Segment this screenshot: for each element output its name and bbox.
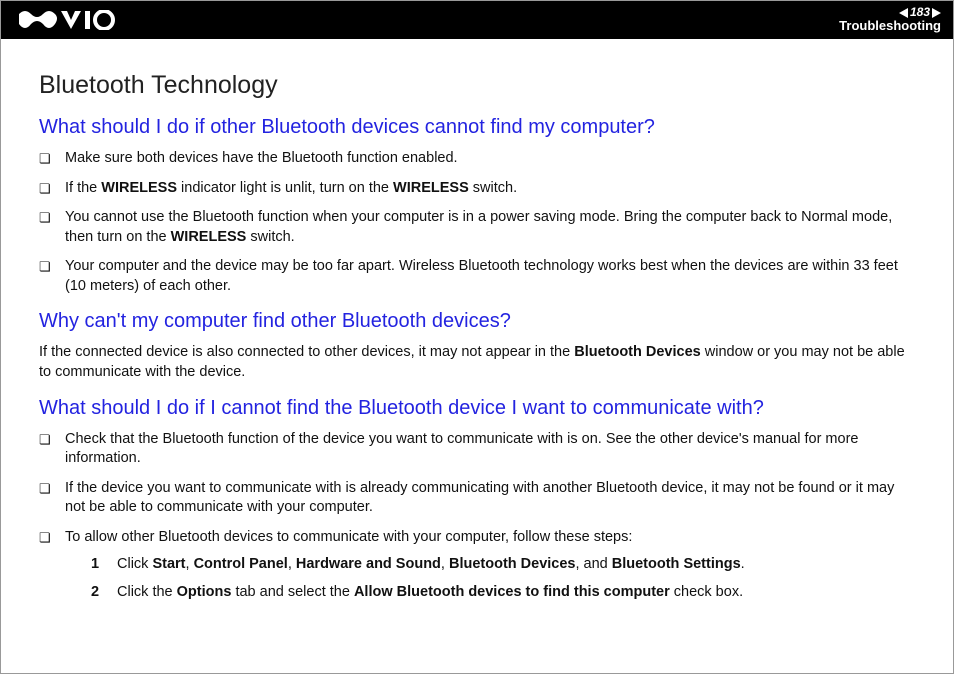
list-item: Make sure both devices have the Bluetoot…: [39, 149, 915, 169]
text: To allow other Bluetooth devices to comm…: [65, 529, 632, 545]
bold-text: WIRELESS: [393, 180, 469, 196]
list-item: If the device you want to communicate wi…: [39, 479, 915, 518]
bold-text: Options: [177, 584, 232, 600]
q3-list: Check that the Bluetooth function of the…: [39, 430, 915, 603]
q2-heading: Why can't my computer find other Bluetoo…: [39, 310, 915, 333]
bold-text: WIRELESS: [171, 229, 247, 245]
bold-text: Hardware and Sound: [296, 556, 441, 572]
q3-heading: What should I do if I cannot find the Bl…: [39, 397, 915, 420]
bold-text: Allow Bluetooth devices to find this com…: [354, 584, 670, 600]
text: indicator light is unlit, turn on the: [177, 180, 393, 196]
step-item: Click Start, Control Panel, Hardware and…: [91, 555, 915, 575]
text: ,: [441, 556, 449, 572]
text: .: [741, 556, 745, 572]
text: Make sure both devices have the Bluetoot…: [65, 150, 458, 166]
section-label: Troubleshooting: [839, 19, 941, 33]
list-item: If the WIRELESS indicator light is unlit…: [39, 179, 915, 199]
bold-text: Start: [152, 556, 185, 572]
q1-heading: What should I do if other Bluetooth devi…: [39, 116, 915, 139]
bold-text: WIRELESS: [101, 180, 177, 196]
text: ,: [288, 556, 296, 572]
text: ,: [186, 556, 194, 572]
step-item: Click the Options tab and select the All…: [91, 583, 915, 603]
text: Click: [117, 556, 152, 572]
bold-text: Bluetooth Settings: [612, 556, 741, 572]
text: tab and select the: [231, 584, 354, 600]
text: If the: [65, 180, 101, 196]
text: switch.: [469, 180, 517, 196]
page-header: 183 Troubleshooting: [1, 1, 953, 39]
text: , and: [575, 556, 611, 572]
text: Your computer and the device may be too …: [65, 258, 898, 294]
bold-text: Bluetooth Devices: [449, 556, 576, 572]
q1-list: Make sure both devices have the Bluetoot…: [39, 149, 915, 296]
text: check box.: [670, 584, 743, 600]
page-title: Bluetooth Technology: [39, 71, 915, 100]
list-item: Your computer and the device may be too …: [39, 257, 915, 296]
list-item: To allow other Bluetooth devices to comm…: [39, 528, 915, 603]
q2-body: If the connected device is also connecte…: [39, 343, 915, 382]
list-item: Check that the Bluetooth function of the…: [39, 430, 915, 469]
prev-page-arrow-icon[interactable]: [899, 8, 908, 18]
page-content: Bluetooth Technology What should I do if…: [1, 39, 953, 632]
text: If the connected device is also connecte…: [39, 344, 574, 360]
bold-text: Bluetooth Devices: [574, 344, 701, 360]
bold-text: Control Panel: [194, 556, 288, 572]
vaio-logo: [19, 1, 115, 39]
text: switch.: [246, 229, 294, 245]
text: Click the: [117, 584, 177, 600]
next-page-arrow-icon[interactable]: [932, 8, 941, 18]
q3-steps: Click Start, Control Panel, Hardware and…: [91, 555, 915, 602]
vaio-logo-svg: [19, 10, 115, 30]
header-right: 183 Troubleshooting: [839, 6, 941, 33]
list-item: You cannot use the Bluetooth function wh…: [39, 208, 915, 247]
